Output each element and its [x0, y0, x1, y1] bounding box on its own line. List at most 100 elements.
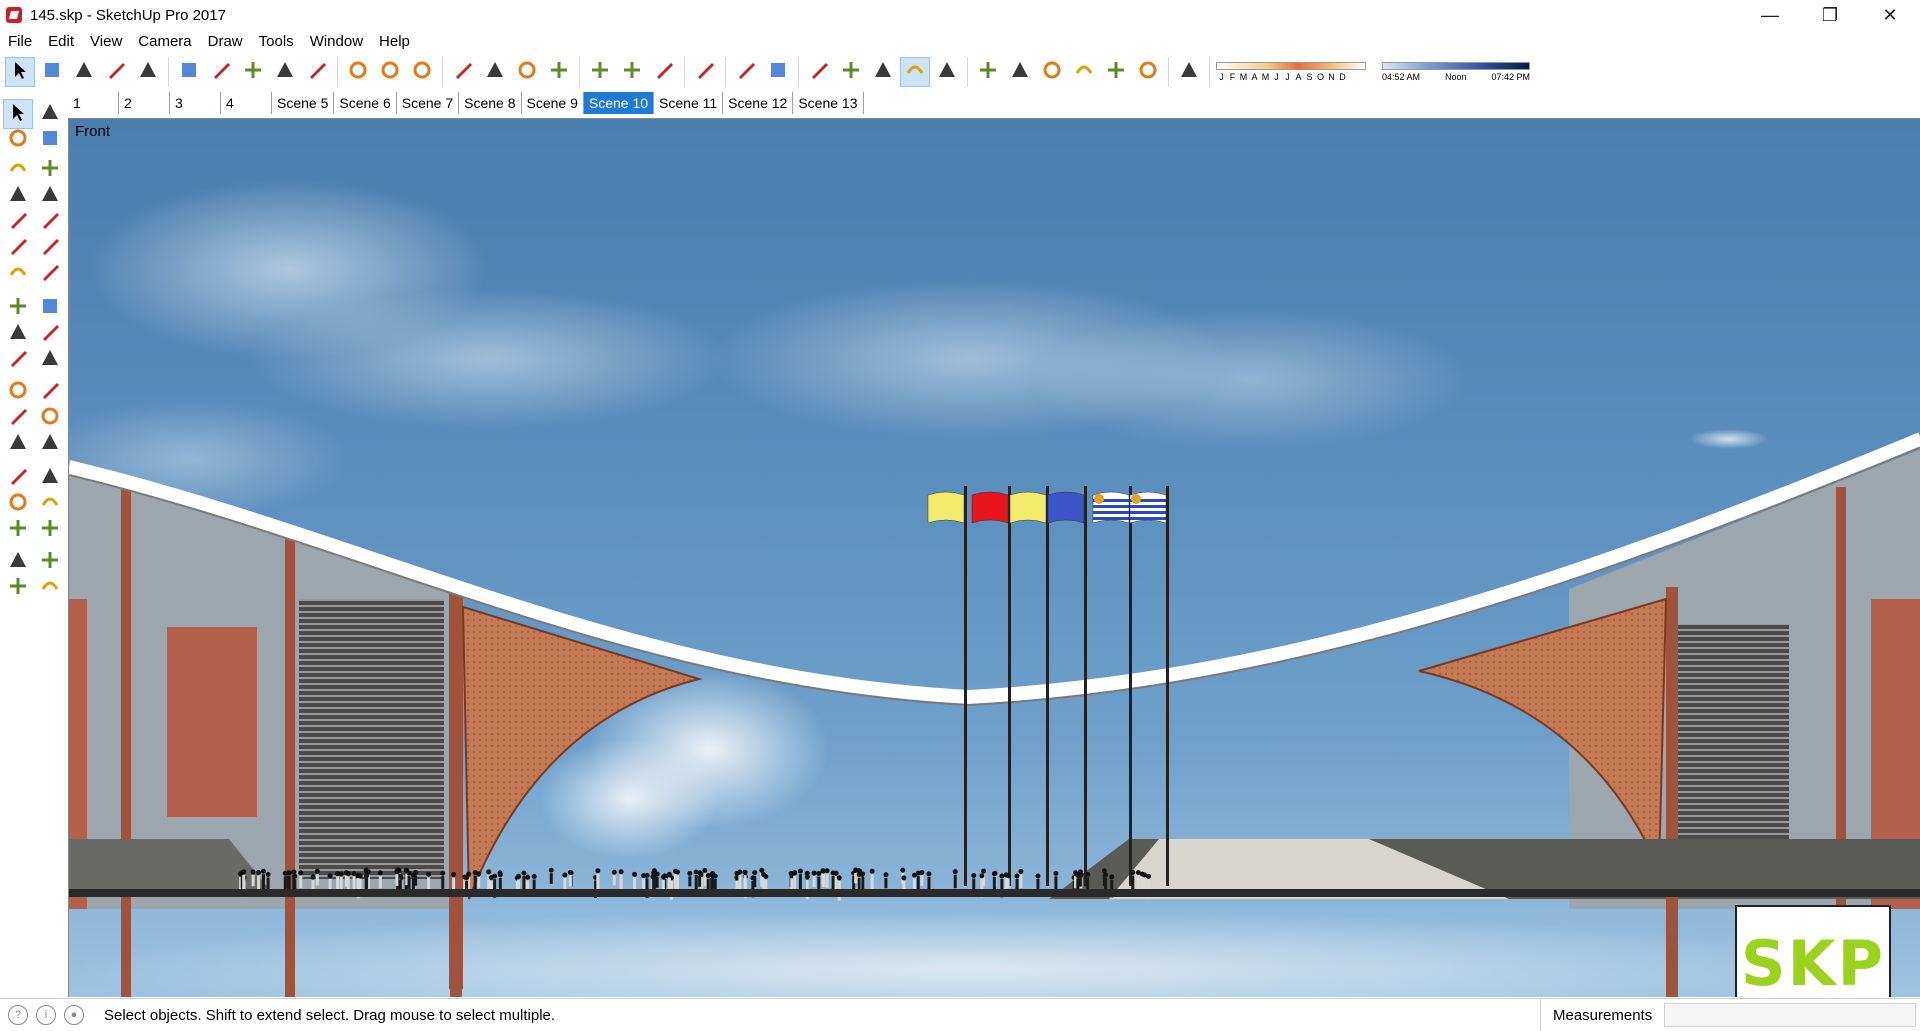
back-edges-button[interactable]: [764, 58, 792, 86]
scene-tab-scene-6[interactable]: Scene 6: [334, 92, 397, 114]
line-tool-button[interactable]: [4, 156, 32, 184]
orbit-tool-button[interactable]: [4, 464, 32, 492]
select-button[interactable]: [5, 57, 35, 87]
measurements-input[interactable]: [1664, 1003, 1916, 1027]
rotate-button[interactable]: [271, 58, 299, 86]
dimension-tool-button[interactable]: [36, 378, 64, 406]
top-view-button[interactable]: [1006, 58, 1034, 86]
scene-tab-scene-13[interactable]: Scene 13: [793, 92, 864, 114]
menu-draw[interactable]: Draw: [200, 33, 251, 50]
xray-button[interactable]: [732, 58, 760, 86]
pie-tool-button[interactable]: [4, 260, 32, 288]
shadows-button[interactable]: [1175, 58, 1203, 86]
zoom-extents-button[interactable]: [545, 58, 573, 86]
scene-tab-2[interactable]: 2: [119, 92, 170, 114]
menu-help[interactable]: Help: [371, 33, 418, 50]
monochrome-button[interactable]: [933, 58, 961, 86]
shadow-time-slider[interactable]: 04:52 AM Noon 07:42 PM: [1382, 57, 1530, 87]
pan-button[interactable]: [481, 58, 509, 86]
scene-tab-scene-10[interactable]: Scene 10: [583, 92, 655, 114]
protractor-tool-button[interactable]: [4, 404, 32, 432]
text-tool-button[interactable]: [36, 404, 64, 432]
scene-tab-1[interactable]: 1: [68, 92, 119, 114]
scene-tab-scene-11[interactable]: Scene 11: [654, 92, 724, 114]
circle-tool-button[interactable]: [4, 208, 32, 236]
position-camera-tool-button[interactable]: [4, 548, 32, 576]
two-point-arc-tool-button[interactable]: [36, 234, 64, 262]
eraser-button[interactable]: [38, 58, 66, 86]
zoom-tool-button[interactable]: [4, 490, 32, 518]
orbit-button[interactable]: [449, 58, 477, 86]
zoom-button[interactable]: [513, 58, 541, 86]
menu-view[interactable]: View: [82, 33, 130, 50]
menu-tools[interactable]: Tools: [251, 33, 302, 50]
right-view-button[interactable]: [1070, 58, 1098, 86]
eraser-tool-button[interactable]: [36, 126, 64, 154]
scene-tab-scene-8[interactable]: Scene 8: [459, 92, 522, 114]
maximize-button[interactable]: ❐: [1800, 0, 1860, 30]
follow-me-tool-button[interactable]: [36, 320, 64, 348]
extension-warehouse-button[interactable]: [618, 58, 646, 86]
component-tool-button[interactable]: [36, 100, 64, 128]
text-button[interactable]: [376, 58, 404, 86]
push-pull-button[interactable]: [175, 58, 203, 86]
time-gradient-bar[interactable]: [1382, 62, 1530, 70]
axes-tool-button[interactable]: [4, 430, 32, 458]
3d-warehouse-button[interactable]: [586, 58, 614, 86]
scale-tool-button[interactable]: [4, 346, 32, 374]
month-gradient-bar[interactable]: [1216, 62, 1366, 70]
move-tool-button[interactable]: [4, 294, 32, 322]
rotate-tool-button[interactable]: [4, 320, 32, 348]
push-pull-tool-button[interactable]: [36, 294, 64, 322]
arc-button[interactable]: [102, 58, 130, 86]
minimize-button[interactable]: —: [1740, 0, 1800, 30]
zoom-extents-tool-button[interactable]: [4, 516, 32, 544]
shaded-textures-button[interactable]: [900, 57, 930, 87]
rectangle-tool-button[interactable]: [4, 182, 32, 210]
menu-edit[interactable]: Edit: [40, 33, 82, 50]
iso-view-button[interactable]: [974, 58, 1002, 86]
move-button[interactable]: [239, 58, 267, 86]
zoom-window-tool-button[interactable]: [36, 490, 64, 518]
hidden-line-button[interactable]: [837, 58, 865, 86]
paint-bucket-tool-button[interactable]: [4, 126, 32, 154]
arc-tool-button[interactable]: [4, 234, 32, 262]
close-button[interactable]: ✕: [1860, 0, 1920, 30]
drawing-viewport[interactable]: Front SKP: [68, 118, 1920, 997]
previous-view-tool-button[interactable]: [36, 516, 64, 544]
scale-button[interactable]: [303, 58, 331, 86]
user-account-icon[interactable]: ●: [64, 1005, 84, 1025]
scene-tab-3[interactable]: 3: [170, 92, 221, 114]
wireframe-button[interactable]: [805, 58, 833, 86]
menu-camera[interactable]: Camera: [130, 33, 199, 50]
scene-tab-scene-12[interactable]: Scene 12: [723, 92, 794, 114]
ruby-button[interactable]: [691, 58, 719, 86]
rectangle-button[interactable]: [134, 58, 162, 86]
tape-measure-tool-button[interactable]: [4, 378, 32, 406]
layout-button[interactable]: [650, 58, 678, 86]
offset-tool-button[interactable]: [36, 346, 64, 374]
pencil-button[interactable]: [70, 58, 98, 86]
front-view-button[interactable]: [1038, 58, 1066, 86]
info-icon[interactable]: i: [36, 1005, 56, 1025]
back-view-button[interactable]: [1102, 58, 1130, 86]
menu-file[interactable]: File: [0, 33, 40, 50]
polygon-tool-button[interactable]: [36, 208, 64, 236]
follow-me-button[interactable]: [207, 58, 235, 86]
section-plane-tool-button[interactable]: [36, 574, 64, 602]
walk-tool-button[interactable]: [4, 574, 32, 602]
tape-measure-button[interactable]: [344, 58, 372, 86]
scene-tab-scene-7[interactable]: Scene 7: [397, 92, 460, 114]
scene-tab-scene-9[interactable]: Scene 9: [522, 92, 584, 114]
select-tool-button[interactable]: [3, 99, 33, 129]
rotated-rectangle-tool-button[interactable]: [36, 182, 64, 210]
paint-bucket-button[interactable]: [408, 58, 436, 86]
freehand-tool-button[interactable]: [36, 156, 64, 184]
shadow-date-slider[interactable]: JFMAMJJASOND: [1216, 57, 1366, 87]
pan-tool-button[interactable]: [36, 464, 64, 492]
scene-tab-4[interactable]: 4: [221, 92, 272, 114]
left-view-button[interactable]: [1134, 58, 1162, 86]
menu-window[interactable]: Window: [302, 33, 371, 50]
look-around-tool-button[interactable]: [36, 548, 64, 576]
geo-location-icon[interactable]: ?: [8, 1005, 28, 1025]
